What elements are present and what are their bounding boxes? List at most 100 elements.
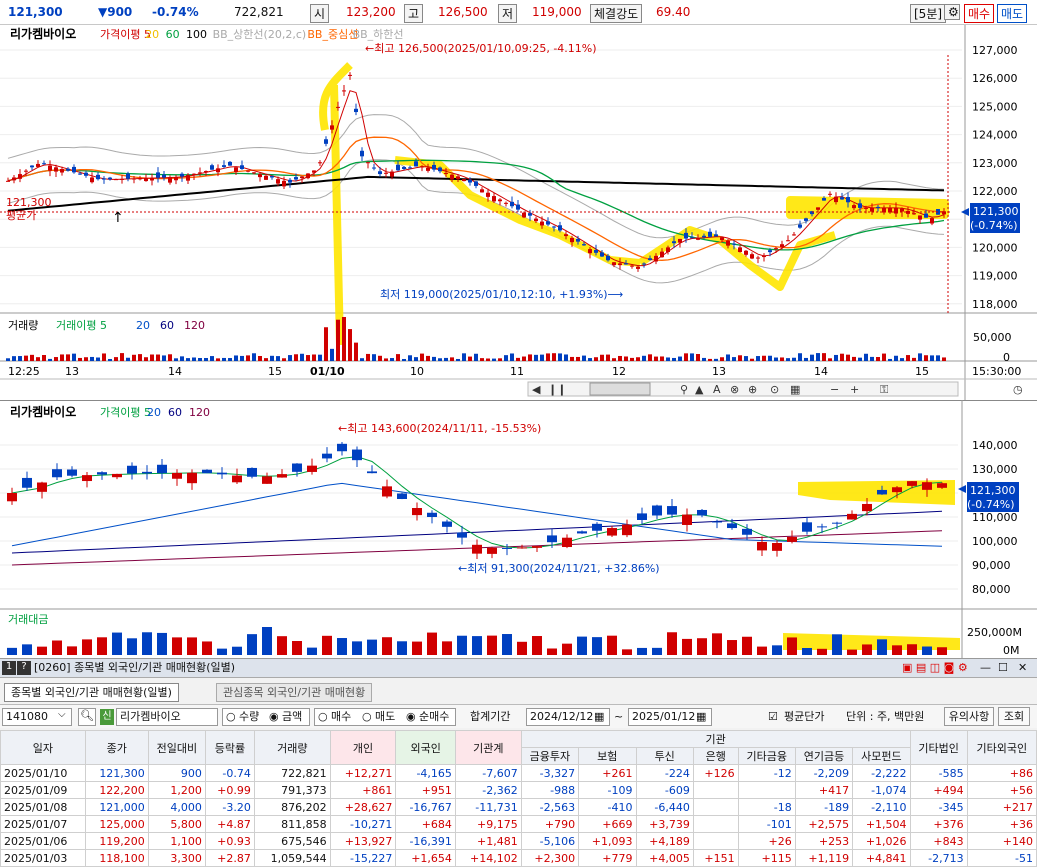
chart1-price-tag: 121,300 (973, 205, 1019, 218)
avg-checkbox[interactable]: ☑ (768, 708, 778, 726)
table-row[interactable]: 2025/01/03 118,100 3,300 +2.87 1,059,544 -15,… (0, 849, 1037, 867)
chart-scrollbar-thumb[interactable] (589, 382, 651, 396)
intraday-chart[interactable]: 리가켐바이오 가격이평 520 60 100 BB_상한선(20,2,c) BB_중심선… (0, 25, 1037, 400)
candle (900, 208, 904, 212)
table-cell: -2,713 (909, 849, 968, 867)
table-cell: +115 (737, 849, 796, 867)
amount-bar (367, 639, 377, 655)
query-button[interactable]: 조회 (998, 707, 1030, 726)
volume-bar (840, 353, 844, 361)
volume-bar (24, 355, 28, 361)
header-cell[interactable]: 일자 (0, 730, 86, 765)
candle (306, 173, 310, 179)
table-cell: +217 (966, 798, 1037, 816)
volume-bar (762, 355, 766, 361)
header-cell[interactable]: 연기금등 (794, 747, 854, 765)
legend-item-daily: 60 (168, 406, 182, 419)
lock-icon[interactable]: ⚿ (880, 383, 888, 396)
header-cell[interactable]: 기타법인 (909, 730, 968, 765)
close-icon[interactable]: ✕ (1018, 659, 1027, 677)
pause-icon[interactable]: ❙❙ (548, 383, 566, 396)
minimize-icon[interactable]: — (980, 659, 991, 677)
notice-button[interactable]: 유의사항 (944, 707, 994, 726)
candle (348, 74, 352, 76)
volume-bar (516, 357, 520, 361)
triangle-icon[interactable]: ▲ (695, 383, 704, 396)
volume-bar (798, 353, 802, 361)
calendar-icon-2[interactable]: ▦ (696, 708, 706, 726)
volume-bar (666, 357, 670, 361)
period-button[interactable]: [5분] (910, 4, 947, 23)
search-icon[interactable]: ⚲ (680, 383, 688, 396)
volume-bar (660, 356, 664, 361)
header-cell[interactable]: 사모펀드 (852, 747, 911, 765)
tool-z-icon[interactable]: ⊙ (770, 383, 779, 396)
header-cell[interactable]: 보험 (578, 747, 637, 765)
daily-candle (937, 483, 947, 488)
tab-watchlist-investor[interactable]: 관심종목 외국인/기관 매매현황 (216, 683, 373, 702)
header-cell[interactable]: 기타금융 (737, 747, 796, 765)
header-cell[interactable]: 외국인 (395, 730, 456, 765)
radio-sell[interactable]: ○ (362, 708, 372, 726)
header-cell[interactable]: 투신 (635, 747, 694, 765)
y-tick-daily: 140,000 (972, 439, 1018, 452)
volume-bar (870, 356, 874, 361)
radio-buy[interactable]: ○ (318, 708, 328, 726)
header-cell[interactable]: 종가 (84, 730, 149, 765)
clock-icon[interactable]: ◷ (1013, 383, 1023, 396)
daily-chart[interactable]: 리가켐바이오 가격이평 520 60 120 ←최고 143,600(2024/11… (0, 400, 1037, 658)
candle (288, 179, 292, 183)
radio-amt[interactable]: ◉ (269, 708, 279, 726)
tab-stock-investor[interactable]: 종목별 외국인/기관 매매현황(일별) (4, 683, 179, 702)
table-cell (692, 781, 739, 799)
zoom-in-icon[interactable]: + (850, 383, 859, 396)
header-cell[interactable]: 기관계 (454, 730, 522, 765)
tool-x-icon[interactable]: ⊗ (730, 383, 739, 396)
amount-title: 거래대금 (8, 613, 48, 626)
amount-bar (907, 644, 917, 655)
gear-icon[interactable]: ⚙ (944, 4, 960, 20)
header-cell[interactable]: 개인 (329, 730, 397, 765)
table-row[interactable]: 2025/01/10 121,300 900 -0.74 722,821 +12,271-… (0, 764, 1037, 782)
stock-name-field[interactable]: 리가켐바이오 (116, 708, 218, 726)
tool-a-icon[interactable]: A (713, 383, 721, 396)
volume-bar (372, 354, 376, 361)
tool-y-icon[interactable]: ⊕ (748, 383, 757, 396)
volume-bar (216, 358, 220, 361)
table-row[interactable]: 2025/01/09 122,200 1,200 +0.99 791,373 +861 +9… (0, 781, 1037, 799)
candle (870, 207, 874, 212)
table-cell: +86 (966, 764, 1037, 782)
table-cell: +151 (692, 849, 739, 867)
tool-grid-icon[interactable]: ▦ (790, 383, 800, 396)
candle (918, 215, 922, 220)
help-icon[interactable]: ? (17, 661, 31, 675)
radio-qty[interactable]: ○ (226, 708, 236, 726)
buy-button[interactable]: 매수 (964, 4, 995, 23)
volume-bar (90, 356, 94, 361)
sell-button[interactable]: 매도 (997, 4, 1028, 23)
header-cell[interactable]: 전일대비 (147, 730, 206, 765)
window-tools-icon[interactable]: ▣ ▤ ◫ ◙ ⚙ (902, 659, 968, 677)
volume-bar (774, 357, 778, 361)
zoom-out-icon[interactable]: − (830, 383, 839, 396)
open-value: 123,200 (346, 5, 396, 19)
calendar-icon[interactable]: ▦ (594, 708, 604, 726)
table-row[interactable]: 2025/01/07 125,000 5,800 +4.87 811,858 -10,27… (0, 815, 1037, 833)
candle (732, 243, 736, 245)
maximize-icon[interactable]: ☐ (998, 659, 1008, 677)
header-cell[interactable]: 은행 (692, 747, 739, 765)
chevron-down-icon[interactable]: ⌵ (58, 709, 66, 720)
chart1-title: 리가켐바이오 (10, 26, 76, 41)
header-cell[interactable]: 등락률 (204, 730, 255, 765)
radio-net[interactable]: ◉ (406, 708, 416, 726)
search-icon[interactable]: 🔍︎ (78, 708, 96, 726)
table-row[interactable]: 2025/01/08 121,000 4,000 -3.20 876,202 +28,62… (0, 798, 1037, 816)
volume-bar (756, 356, 760, 361)
table-row[interactable]: 2025/01/06 119,200 1,100 +0.93 675,546 +13,92… (0, 832, 1037, 850)
volume-bar (846, 354, 850, 361)
header-cell[interactable]: 기타외국인 (966, 730, 1037, 765)
scroll-left-icon[interactable]: ◀ (532, 383, 541, 396)
volume-bar (84, 357, 88, 361)
header-cell[interactable]: 금융투자 (520, 747, 580, 765)
header-cell[interactable]: 거래량 (253, 730, 331, 765)
